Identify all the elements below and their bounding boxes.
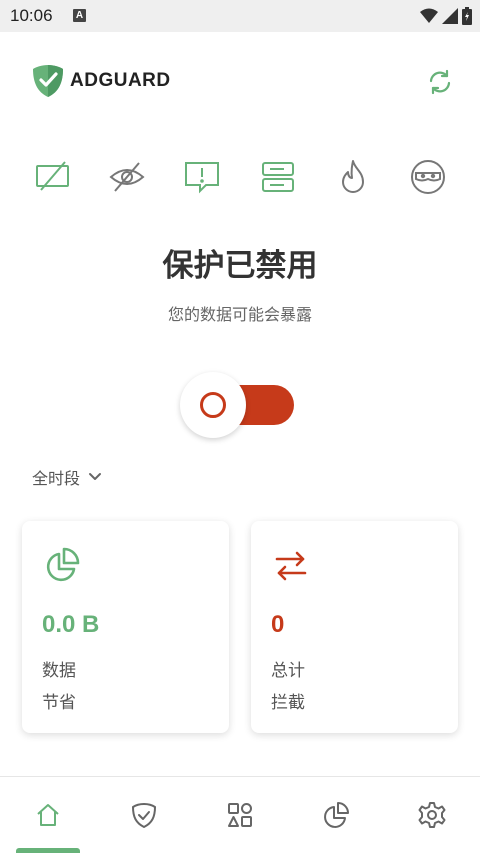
battery-icon	[462, 7, 472, 25]
protection-toggle-knob[interactable]	[180, 372, 246, 438]
nav-statistics[interactable]	[288, 777, 384, 853]
chevron-down-icon	[89, 473, 102, 480]
notification-badge: A	[73, 9, 86, 22]
feature-ad-blocking[interactable]	[30, 155, 74, 199]
total-blocked-label-line2: 拦截	[271, 693, 305, 713]
flame-icon	[341, 160, 364, 193]
total-blocked-label: 总计 拦截	[271, 655, 305, 719]
toggle-off-ring	[200, 392, 226, 418]
transfer-arrows-icon	[275, 551, 307, 581]
status-bar: 10:06 A	[0, 0, 480, 32]
feature-tracking-protection[interactable]	[105, 155, 149, 199]
protection-status-subtitle: 您的数据可能会暴露	[167, 305, 312, 324]
wifi-icon	[420, 8, 438, 23]
mask-icon	[410, 160, 445, 194]
feature-firewall[interactable]	[331, 155, 375, 199]
nav-active-indicator	[16, 848, 80, 853]
home-icon	[37, 804, 59, 826]
alert-bubble-icon	[185, 162, 220, 194]
refresh-icon	[429, 69, 451, 95]
nav-apps[interactable]	[192, 777, 288, 853]
period-selector[interactable]: 全时段	[32, 465, 102, 489]
server-icon	[261, 162, 294, 192]
total-blocked-label-line1: 总计	[271, 661, 305, 681]
app-header: ADGUARD	[0, 32, 480, 132]
status-indicators	[420, 7, 472, 25]
pie-chart-icon	[46, 547, 80, 582]
adguard-shield-icon	[33, 65, 63, 97]
nav-home[interactable]	[0, 777, 96, 853]
shield-check-icon	[132, 803, 156, 828]
nav-settings[interactable]	[384, 777, 480, 853]
data-saved-card[interactable]: 0.0 B 数据 节省	[22, 521, 229, 733]
feature-dns-protection[interactable]	[256, 155, 300, 199]
status-time: 10:06	[10, 6, 53, 25]
statistics-pie-icon	[324, 802, 349, 828]
brand-name: ADGUARD	[70, 70, 171, 91]
data-saved-label-line2: 节省	[42, 693, 76, 713]
total-blocked-value: 0	[271, 611, 285, 638]
feature-stealth-mode[interactable]	[406, 155, 450, 199]
data-saved-value: 0.0 B	[42, 611, 100, 638]
feature-annoyance-blocking[interactable]	[180, 155, 224, 199]
total-blocked-card[interactable]: 0 总计 拦截	[251, 521, 458, 733]
refresh-button[interactable]	[424, 66, 456, 98]
apps-grid-icon	[228, 803, 252, 827]
feature-icons-row	[30, 155, 450, 199]
period-label: 全时段	[32, 469, 81, 488]
data-saved-label-line1: 数据	[42, 661, 76, 681]
crossed-screen-icon	[36, 161, 69, 191]
gear-icon	[418, 802, 446, 828]
protection-status-title: 保护已禁用	[162, 248, 318, 284]
signal-icon	[442, 8, 458, 24]
bottom-navigation	[0, 777, 480, 853]
crossed-eye-icon	[109, 162, 145, 192]
data-saved-label: 数据 节省	[42, 655, 76, 719]
nav-protection[interactable]	[96, 777, 192, 853]
adguard-logo: ADGUARD	[32, 64, 171, 98]
